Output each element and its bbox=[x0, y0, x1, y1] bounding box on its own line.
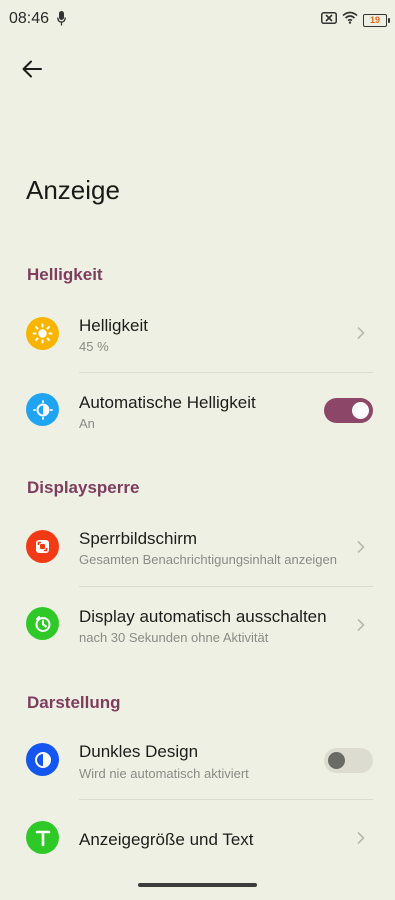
lock-screen-icon bbox=[26, 530, 59, 563]
setting-subtitle: 45 % bbox=[79, 339, 109, 354]
auto-brightness-toggle[interactable] bbox=[324, 398, 373, 423]
setting-row-dark-theme[interactable]: Dunkles Design Wird nie automatisch akti… bbox=[0, 729, 395, 797]
arrow-left-icon bbox=[22, 60, 42, 83]
page-title: Anzeige bbox=[26, 175, 120, 205]
toggle-knob bbox=[352, 402, 369, 419]
text-size-icon bbox=[26, 821, 59, 854]
divider bbox=[79, 799, 373, 800]
setting-subtitle: Gesamten Benachrichtigungsinhalt anzeige… bbox=[79, 552, 338, 567]
sim-off-icon bbox=[321, 11, 337, 29]
chevron-right-icon bbox=[356, 326, 366, 340]
wifi-icon bbox=[342, 11, 358, 29]
status-bar: 08:46 19 bbox=[0, 0, 395, 38]
setting-row-brightness[interactable]: Helligkeit 45 % bbox=[0, 304, 395, 370]
auto-brightness-icon bbox=[26, 393, 59, 426]
chevron-right-icon bbox=[356, 540, 366, 554]
dark-mode-icon bbox=[26, 743, 59, 776]
setting-title: Anzeigegröße und Text bbox=[79, 830, 254, 849]
gesture-navigation-bar[interactable] bbox=[138, 883, 257, 887]
chevron-right-icon bbox=[356, 618, 366, 632]
divider bbox=[79, 586, 373, 587]
dark-theme-toggle[interactable] bbox=[324, 748, 373, 773]
timer-icon bbox=[26, 607, 59, 640]
setting-title: Automatische Helligkeit bbox=[79, 393, 256, 412]
battery-icon: 19 bbox=[363, 13, 390, 27]
section-header-displaysperre: Displaysperre bbox=[27, 478, 140, 497]
setting-row-auto-brightness[interactable]: Automatische Helligkeit An bbox=[0, 380, 395, 446]
mic-icon bbox=[57, 11, 66, 31]
setting-subtitle: Wird nie automatisch aktiviert bbox=[79, 766, 249, 781]
status-time: 08:46 bbox=[9, 10, 50, 27]
setting-title: Display automatisch ausschalten bbox=[79, 607, 327, 626]
back-button[interactable] bbox=[18, 57, 46, 85]
setting-title: Sperrbildschirm bbox=[79, 529, 198, 548]
section-header-darstellung: Darstellung bbox=[27, 693, 121, 712]
setting-title: Dunkles Design bbox=[79, 742, 199, 761]
chevron-right-icon bbox=[356, 831, 366, 845]
setting-row-display-size[interactable]: Anzeigegröße und Text bbox=[0, 806, 395, 872]
setting-title: Helligkeit bbox=[79, 316, 148, 335]
section-header-helligkeit: Helligkeit bbox=[27, 265, 103, 284]
setting-row-lock-screen[interactable]: Sperrbildschirm Gesamten Benachrichtigun… bbox=[0, 516, 395, 584]
setting-row-screen-timeout[interactable]: Display automatisch ausschalten nach 30 … bbox=[0, 592, 395, 660]
setting-subtitle: nach 30 Sekunden ohne Aktivität bbox=[79, 630, 269, 645]
toggle-knob bbox=[328, 752, 345, 769]
setting-subtitle: An bbox=[79, 416, 95, 431]
sun-icon bbox=[26, 317, 59, 350]
divider bbox=[79, 372, 373, 373]
